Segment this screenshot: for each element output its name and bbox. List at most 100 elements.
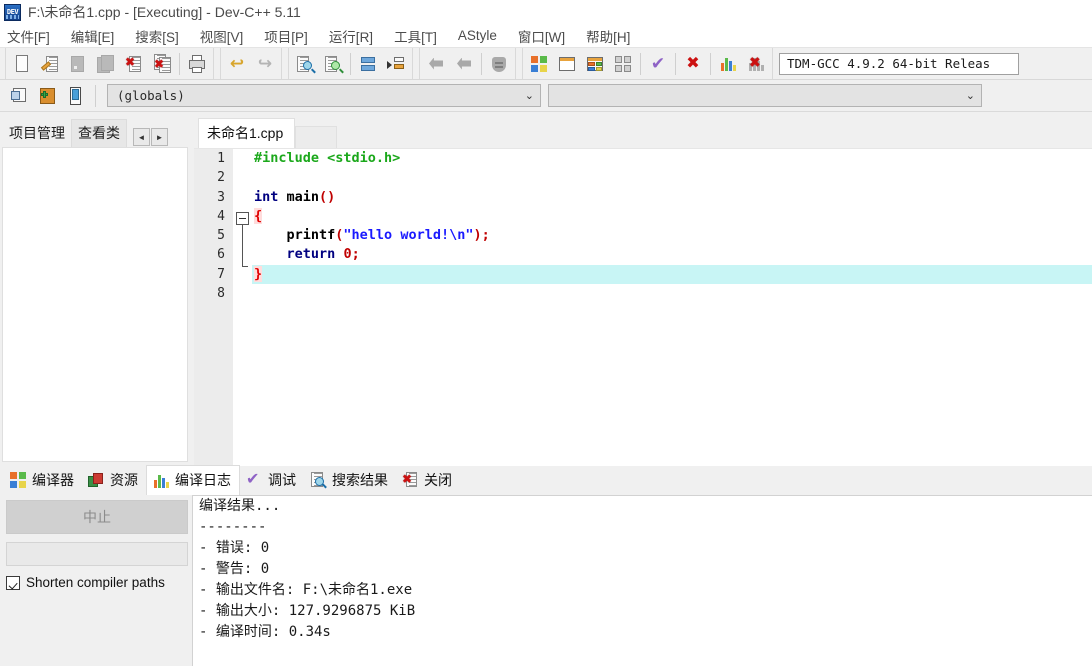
tab-compiler[interactable]: 编译器: [4, 466, 82, 495]
rebuild-all-icon[interactable]: [609, 50, 637, 78]
toolbar-group-file: ✖ ✖: [5, 48, 214, 79]
editor-body[interactable]: 1 2 3 4 5 6 7 8 #include <stdio.h> int m…: [194, 148, 1092, 466]
compile-icon[interactable]: [525, 50, 553, 78]
step-forward-icon[interactable]: [450, 50, 478, 78]
build-progress-bar: [6, 542, 188, 566]
menu-search[interactable]: 搜索[S]: [135, 26, 179, 46]
browse-icon[interactable]: [61, 82, 89, 110]
tab-close[interactable]: ✖ 关闭: [396, 466, 460, 495]
stop-execution-icon[interactable]: ✖: [679, 50, 707, 78]
open-file-icon[interactable]: [36, 50, 64, 78]
chevron-down-icon: ⌄: [965, 90, 975, 102]
new-class-icon[interactable]: [5, 82, 33, 110]
step-back-icon[interactable]: [422, 50, 450, 78]
add-member-icon[interactable]: [33, 82, 61, 110]
undo-icon[interactable]: ↩: [223, 50, 251, 78]
menu-view[interactable]: 视图[V]: [200, 26, 244, 46]
globals-select[interactable]: (globals) ⌄: [107, 84, 541, 107]
devcpp-window: DEV F:\未命名1.cpp - [Executing] - Dev-C++ …: [0, 0, 1092, 666]
tab-close-label: 关闭: [424, 472, 452, 488]
tab-class-browser[interactable]: 查看类: [71, 119, 127, 147]
syntax-check-icon[interactable]: ✔: [644, 50, 672, 78]
find-results-icon: [310, 471, 327, 489]
left-dock-panel: 项目管理 查看类 ◄ ►: [0, 119, 192, 466]
toolbar-group-build: ✔ ✖ ✖: [522, 48, 773, 79]
tab-resources[interactable]: 资源: [82, 466, 146, 495]
profile-icon[interactable]: [714, 50, 742, 78]
tab-compiler-label: 编译器: [32, 472, 74, 488]
tab-compile-log[interactable]: 编译日志: [146, 465, 240, 495]
editor-tab-untitled1[interactable]: 未命名1.cpp: [198, 118, 296, 148]
shorten-paths-row[interactable]: Shorten compiler paths: [6, 575, 188, 590]
menu-window[interactable]: 窗口[W]: [518, 26, 565, 46]
compile-log-icon: [153, 472, 170, 489]
line-number: 4: [217, 208, 225, 224]
run-icon[interactable]: [553, 50, 581, 78]
code-line-4: {: [254, 207, 263, 224]
line-number: 5: [217, 228, 225, 244]
line-number: 1: [217, 151, 225, 166]
abort-button[interactable]: 中止: [6, 500, 188, 534]
fold-collapse-icon[interactable]: [236, 212, 249, 225]
goto-function-icon[interactable]: [382, 50, 410, 78]
bottom-panel-tabs: 编译器 资源 编译日志 ✔ 调试 搜索结果 ✖ 关闭: [0, 465, 1092, 495]
menu-run[interactable]: 运行[R]: [329, 26, 373, 46]
title-bar: DEV F:\未命名1.cpp - [Executing] - Dev-C++ …: [0, 0, 1092, 24]
shorten-paths-checkbox[interactable]: [6, 575, 20, 590]
tab-find-results[interactable]: 搜索结果: [304, 466, 396, 495]
menu-file[interactable]: 文件[F]: [7, 26, 50, 46]
code-folding-column[interactable]: [234, 149, 252, 466]
code-line-7: }: [252, 264, 1092, 285]
print-icon[interactable]: [183, 50, 211, 78]
compiler-icon: [10, 471, 27, 489]
menu-tools[interactable]: 工具[T]: [394, 26, 437, 46]
log-line: --------: [199, 519, 267, 535]
debug-icon: ✔: [246, 470, 260, 488]
menu-help[interactable]: 帮助[H]: [586, 26, 630, 46]
tab-project-manager[interactable]: 项目管理: [3, 120, 71, 147]
code-line-6: return 0;: [286, 246, 360, 263]
compile-run-icon[interactable]: [581, 50, 609, 78]
editor-panel: 未命名1.cpp 1 2 3 4 5 6 7 8 #include <stdio…: [194, 118, 1092, 466]
log-line: - 警告: 0: [199, 561, 270, 577]
close-all-icon[interactable]: ✖: [148, 50, 176, 78]
find-icon[interactable]: [291, 50, 319, 78]
window-title: F:\未命名1.cpp - [Executing] - Dev-C++ 5.11: [28, 4, 301, 20]
toolbar-separator: [675, 52, 676, 75]
redo-icon[interactable]: ↪: [251, 50, 279, 78]
menu-astyle[interactable]: AStyle: [458, 28, 497, 43]
chevron-down-icon: ⌄: [524, 90, 534, 102]
resources-icon: [88, 472, 105, 489]
save-all-icon[interactable]: [92, 50, 120, 78]
menu-edit[interactable]: 编辑[E]: [71, 26, 115, 46]
delete-profile-icon[interactable]: ✖: [742, 50, 770, 78]
toolbar-separator: [179, 52, 180, 75]
tab-resources-label: 资源: [110, 472, 138, 488]
tab-scroll-left-icon[interactable]: ◄: [133, 128, 150, 146]
project-tree[interactable]: [2, 147, 188, 462]
editor-tabs: 未命名1.cpp: [194, 118, 1092, 148]
compile-log-output[interactable]: 编译结果... -------- - 错误: 0 - 警告: 0 - 输出文件名…: [192, 495, 1092, 666]
fold-end-tick: [242, 266, 248, 267]
left-panel-tabs: 项目管理 查看类 ◄ ►: [0, 119, 192, 147]
close-file-icon[interactable]: ✖: [120, 50, 148, 78]
tab-compile-log-label: 编译日志: [175, 472, 231, 488]
shorten-paths-label: Shorten compiler paths: [26, 575, 165, 590]
tab-debug[interactable]: ✔ 调试: [240, 466, 304, 495]
code-line-1: #include <stdio.h>: [254, 150, 401, 166]
toolbar-group-search: [288, 48, 413, 79]
line-number-gutter: 1 2 3 4 5 6 7 8: [194, 149, 234, 466]
replace-icon[interactable]: [319, 50, 347, 78]
shield-icon[interactable]: [485, 50, 513, 78]
tab-scroll-right-icon[interactable]: ►: [151, 128, 168, 146]
new-file-icon[interactable]: [8, 50, 36, 78]
close-panel-icon: ✖: [402, 471, 419, 489]
save-file-icon[interactable]: [64, 50, 92, 78]
code-text[interactable]: #include <stdio.h> int main() { printf("…: [252, 149, 1092, 466]
menu-bar: 文件[F] 编辑[E] 搜索[S] 视图[V] 项目[P] 运行[R] 工具[T…: [0, 24, 1092, 47]
editor-tab-filler: [295, 126, 338, 148]
compiler-set-select[interactable]: TDM-GCC 4.9.2 64-bit Releas: [779, 52, 1019, 75]
members-select[interactable]: ⌄: [548, 84, 982, 107]
menu-project[interactable]: 项目[P]: [264, 26, 308, 46]
goto-line-icon[interactable]: [354, 50, 382, 78]
